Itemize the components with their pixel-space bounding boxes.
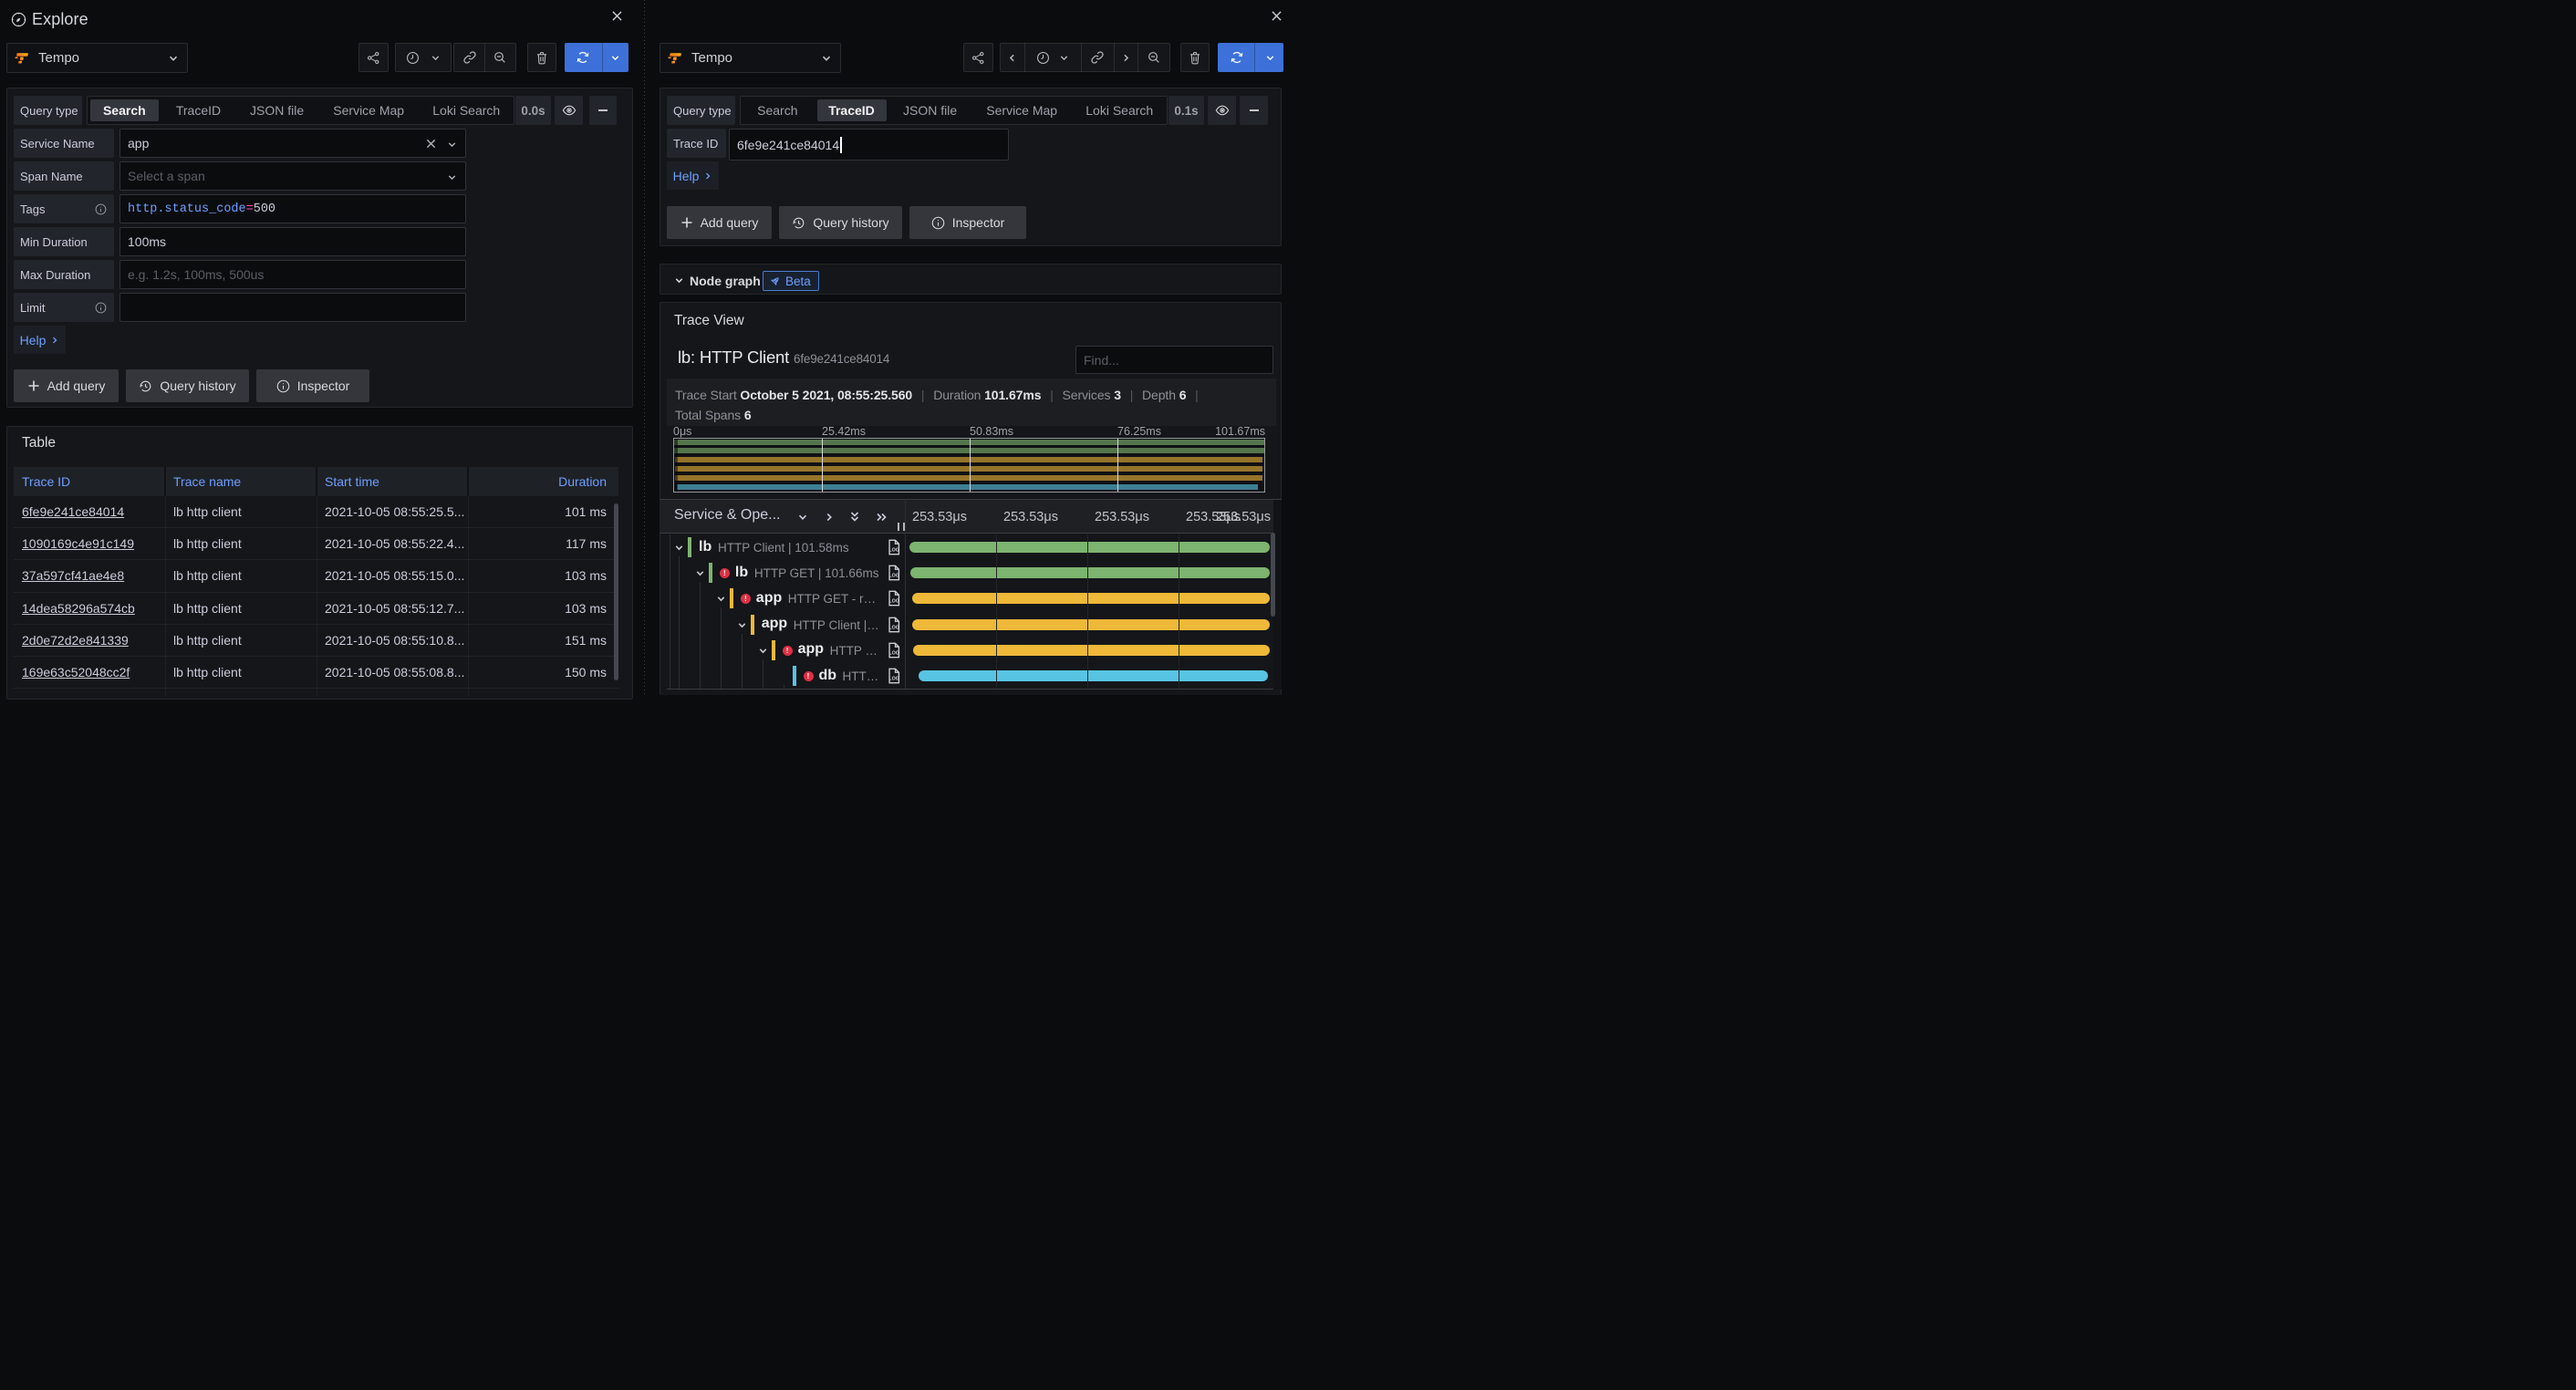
svg-text:LOG: LOG [888,650,899,656]
svg-text:LOG: LOG [888,599,899,605]
svg-text:LOG: LOG [888,547,899,553]
svg-text:LOG: LOG [888,676,899,681]
svg-text:LOG: LOG [888,574,899,579]
svg-text:LOG: LOG [888,625,899,630]
